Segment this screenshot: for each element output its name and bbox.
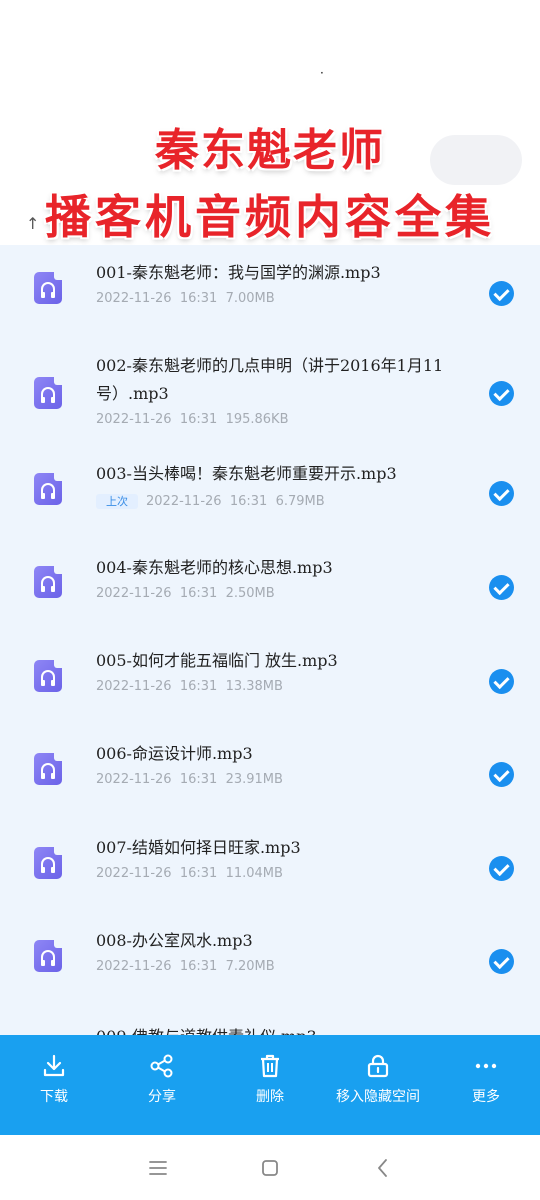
file-list: 001-秦东魁老师：我与国学的渊源.mp3 2022-11-26 16:31 7… — [0, 245, 540, 1035]
file-time: 16:31 — [179, 291, 218, 306]
checkmark-icon[interactable] — [489, 949, 514, 974]
file-name: 003-当头棒喝！秦东魁老师重要开示.mp3 — [96, 464, 397, 483]
back-chevron-icon[interactable] — [368, 1153, 398, 1183]
file-size: 6.79MB — [275, 494, 325, 509]
file-meta: 2022-11-26 16:31 195.86KB — [96, 412, 289, 427]
banner-title: 秦东魁老师 — [155, 125, 385, 176]
file-date: 2022-11-26 — [96, 772, 172, 787]
audio-file-icon — [34, 940, 62, 972]
share-button[interactable]: 分享 — [108, 1035, 216, 1135]
checkmark-icon[interactable] — [489, 669, 514, 694]
file-name: 004-秦东魁老师的核心思想.mp3 — [96, 558, 333, 577]
header-speck: · — [320, 66, 324, 80]
file-date: 2022-11-26 — [96, 291, 172, 306]
file-name: 002-秦东魁老师的几点申明（讲于2016年1月11号）.mp3 — [96, 356, 444, 403]
move-hidden-label: 移入隐藏空间 — [336, 1089, 420, 1105]
file-name: 001-秦东魁老师：我与国学的渊源.mp3 — [96, 263, 381, 282]
file-meta: 2022-11-26 16:31 7.20MB — [96, 959, 275, 974]
file-time: 16:31 — [229, 494, 268, 509]
file-time: 16:31 — [179, 412, 218, 427]
home-square-icon[interactable] — [255, 1153, 285, 1183]
file-date: 2022-11-26 — [96, 679, 172, 694]
file-size: 195.86KB — [225, 412, 289, 427]
file-meta: 2022-11-26 16:31 23.91MB — [96, 772, 283, 787]
file-name: 007-结婚如何择日旺家.mp3 — [96, 838, 301, 857]
file-name: 005-如何才能五福临门 放生.mp3 — [96, 651, 338, 670]
file-time: 16:31 — [179, 772, 218, 787]
file-name: 008-办公室风水.mp3 — [96, 931, 253, 950]
checkmark-icon[interactable] — [489, 856, 514, 881]
file-meta: 上次 2022-11-26 16:31 6.79MB — [96, 493, 325, 509]
more-label: 更多 — [472, 1089, 500, 1105]
delete-label: 删除 — [256, 1089, 284, 1105]
file-size: 13.38MB — [225, 679, 283, 694]
trash-icon — [261, 1054, 279, 1078]
share-label: 分享 — [148, 1089, 176, 1105]
file-time: 16:31 — [179, 866, 218, 881]
audio-file-icon — [34, 566, 62, 598]
file-meta: 2022-11-26 16:31 13.38MB — [96, 679, 283, 694]
file-time: 16:31 — [179, 586, 218, 601]
checkmark-icon[interactable] — [489, 381, 514, 406]
audio-file-icon — [34, 377, 62, 409]
file-time: 16:31 — [179, 679, 218, 694]
audio-file-icon — [34, 847, 62, 879]
download-button[interactable]: 下载 — [0, 1035, 108, 1135]
last-played-badge: 上次 — [96, 494, 138, 509]
file-size: 2.50MB — [225, 586, 275, 601]
download-icon — [43, 1054, 65, 1077]
menu-icon[interactable] — [143, 1153, 173, 1183]
more-dots-icon — [475, 1063, 497, 1069]
checkmark-icon[interactable] — [489, 281, 514, 306]
move-hidden-button[interactable]: 移入隐藏空间 — [324, 1035, 432, 1135]
checkmark-icon[interactable] — [489, 481, 514, 506]
audio-file-icon — [34, 660, 62, 692]
share-icon — [150, 1054, 173, 1078]
file-size: 23.91MB — [225, 772, 283, 787]
more-button[interactable]: 更多 — [432, 1035, 540, 1135]
audio-file-icon — [34, 753, 62, 785]
system-nav-bar — [0, 1135, 540, 1200]
file-date: 2022-11-26 — [96, 586, 172, 601]
audio-file-icon — [34, 272, 62, 304]
file-date: 2022-11-26 — [96, 959, 172, 974]
file-size: 7.00MB — [225, 291, 275, 306]
file-name-partial[interactable]: 009-佛教与道教供素礼仪.mp3 — [96, 1023, 317, 1035]
file-size: 7.20MB — [225, 959, 275, 974]
action-toolbar: 下载 分享 删除 移入隐藏空间 更多 — [0, 1035, 540, 1135]
delete-button[interactable]: 删除 — [216, 1035, 324, 1135]
file-date: 2022-11-26 — [146, 494, 222, 509]
audio-file-icon — [34, 473, 62, 505]
file-size: 11.04MB — [225, 866, 283, 881]
file-name: 006-命运设计师.mp3 — [96, 744, 253, 763]
file-meta: 2022-11-26 16:31 2.50MB — [96, 586, 275, 601]
screen: · ↑ 秦东魁老师 播客机音频内容全集 001-秦东魁老师：我与国学的渊源.mp… — [0, 0, 540, 1200]
title-banner: 秦东魁老师 播客机音频内容全集 — [0, 120, 540, 252]
file-time: 16:31 — [179, 959, 218, 974]
file-date: 2022-11-26 — [96, 866, 172, 881]
file-meta: 2022-11-26 16:31 11.04MB — [96, 866, 283, 881]
lock-icon — [367, 1054, 389, 1078]
download-label: 下载 — [40, 1089, 68, 1105]
checkmark-icon[interactable] — [489, 575, 514, 600]
banner-subtitle: 播客机音频内容全集 — [45, 190, 495, 244]
file-date: 2022-11-26 — [96, 412, 172, 427]
file-meta: 2022-11-26 16:31 7.00MB — [96, 291, 275, 306]
checkmark-icon[interactable] — [489, 762, 514, 787]
